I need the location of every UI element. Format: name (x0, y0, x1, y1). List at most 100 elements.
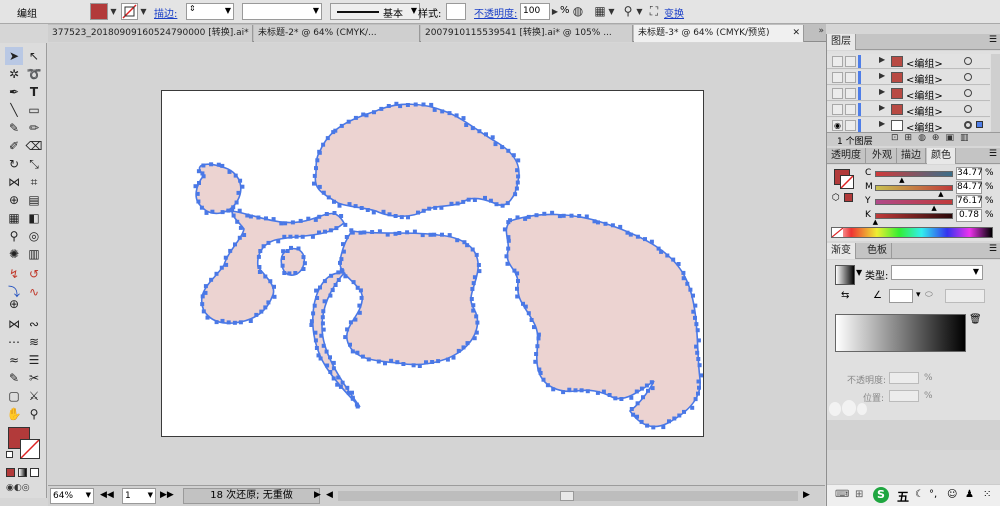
anchor-point[interactable] (471, 303, 476, 308)
zoom-tool-icon[interactable]: ⚲ (25, 405, 43, 423)
visibility-toggle[interactable] (832, 72, 843, 83)
anchor-point[interactable] (535, 344, 540, 349)
pink-shapes-group[interactable] (195, 103, 701, 428)
brush-definition-field[interactable]: 基本 ▼ (330, 3, 420, 20)
anchor-point[interactable] (424, 360, 428, 365)
anchor-point[interactable] (671, 257, 676, 262)
anchor-point[interactable] (514, 186, 519, 191)
anchor-point[interactable] (316, 353, 321, 358)
anchor-point[interactable] (259, 309, 264, 314)
color-mode-icon[interactable] (6, 468, 15, 477)
default-colors-icon[interactable] (6, 451, 13, 458)
anchor-point[interactable] (371, 210, 376, 215)
anchor-point[interactable] (464, 123, 469, 127)
stroke-dropdown-icon[interactable]: ▼ (138, 3, 149, 20)
anchor-point[interactable] (238, 178, 243, 183)
anchor-point[interactable] (557, 214, 562, 219)
anchor-point[interactable] (506, 238, 511, 243)
anchor-point[interactable] (631, 412, 636, 417)
anchor-point[interactable] (339, 257, 344, 262)
anchor-point[interactable] (428, 232, 433, 237)
anchor-point[interactable] (298, 218, 303, 223)
anchor-point[interactable] (366, 357, 371, 362)
panel-menu-icon[interactable]: ☰ (989, 244, 997, 254)
tab-doc-2[interactable]: 未标题-2* @ 64% (CMYK/... (254, 25, 420, 42)
anchor-point[interactable] (466, 197, 471, 202)
anchor-point[interactable] (288, 234, 293, 239)
anchor-point[interactable] (595, 390, 600, 395)
slider-thumb[interactable]: ▲ (899, 176, 904, 184)
anchor-point[interactable] (216, 162, 221, 167)
anchor-point[interactable] (266, 300, 271, 305)
anchor-point[interactable] (240, 184, 245, 189)
anchor-point[interactable] (377, 229, 382, 234)
horizontal-scrollbar[interactable] (338, 491, 798, 501)
anchor-point[interactable] (432, 107, 437, 112)
anchor-point[interactable] (365, 208, 370, 212)
anchor-point[interactable] (313, 338, 318, 343)
anchor-point[interactable] (236, 190, 241, 195)
anchor-point[interactable] (346, 390, 351, 395)
anchor-point[interactable] (322, 299, 327, 304)
anchor-point[interactable] (245, 213, 250, 218)
anchor-point[interactable] (584, 214, 589, 219)
anchor-point[interactable] (358, 230, 363, 235)
scrollbar-thumb[interactable] (560, 491, 574, 501)
opacity-label[interactable]: 不透明度: (474, 5, 517, 20)
anchor-point[interactable] (696, 357, 701, 361)
anchor-point[interactable] (515, 180, 520, 185)
anchor-point[interactable] (353, 317, 358, 322)
anchor-point[interactable] (314, 288, 319, 293)
anchor-point[interactable] (328, 293, 333, 298)
anchor-point[interactable] (353, 204, 358, 209)
anchor-point[interactable] (629, 407, 634, 411)
free-transform-tool-icon[interactable]: ⌗ (25, 173, 43, 191)
anchor-point[interactable] (228, 248, 233, 253)
anchor-point[interactable] (695, 328, 700, 333)
gradient-tool-icon[interactable]: ◧ (25, 209, 43, 227)
anchor-point[interactable] (607, 393, 612, 397)
target-icon[interactable] (964, 73, 972, 81)
chevron-down-icon[interactable]: ▼ (411, 6, 417, 15)
anchor-point[interactable] (490, 135, 495, 140)
layer-row[interactable]: ▶ <编组> (827, 86, 990, 102)
anchor-point[interactable] (399, 215, 404, 220)
anchor-point[interactable] (235, 219, 240, 224)
first-artboard-icon[interactable]: ◀◀ (100, 490, 114, 500)
reverse-gradient-icon[interactable]: ⇆ (841, 290, 849, 301)
anchor-point[interactable] (635, 234, 640, 239)
chevron-down-icon[interactable]: ▼ (606, 3, 617, 20)
anchor-point[interactable] (237, 235, 242, 240)
anchor-point[interactable] (339, 214, 344, 218)
visibility-toggle[interactable] (832, 88, 843, 99)
anchor-point[interactable] (341, 249, 346, 254)
ime-mode-label[interactable]: 五 (897, 488, 909, 505)
anchor-point[interactable] (601, 389, 606, 394)
anchor-point[interactable] (681, 270, 686, 275)
anchor-point[interactable] (433, 205, 438, 210)
anchor-point[interactable] (646, 388, 650, 393)
anchor-point[interactable] (405, 103, 410, 107)
anchor-point[interactable] (643, 237, 647, 242)
opacity-dropdown-icon[interactable]: ▶ (551, 3, 559, 20)
anchor-point[interactable] (469, 297, 474, 301)
anchor-point[interactable] (281, 249, 286, 254)
anchor-point[interactable] (472, 336, 477, 341)
anchor-point[interactable] (362, 230, 367, 235)
anchor-point[interactable] (592, 219, 597, 224)
anchor-point[interactable] (353, 115, 358, 120)
anchor-point[interactable] (343, 335, 348, 340)
anchor-point[interactable] (290, 220, 295, 225)
anchor-point[interactable] (538, 371, 543, 375)
anchor-point[interactable] (272, 284, 276, 289)
slider-thumb[interactable]: ▲ (873, 218, 878, 226)
anchor-point[interactable] (596, 220, 600, 225)
anchor-point[interactable] (579, 388, 584, 393)
anchor-point[interactable] (306, 216, 311, 221)
pencil-tool-icon[interactable]: ✏ (25, 119, 43, 137)
gradient-type-select[interactable]: ▼ (891, 265, 983, 280)
cyan-slider[interactable] (875, 171, 953, 177)
anchor-point[interactable] (311, 311, 316, 316)
line-tool-icon[interactable]: ╲ (5, 101, 23, 119)
anchor-point[interactable] (696, 379, 701, 384)
